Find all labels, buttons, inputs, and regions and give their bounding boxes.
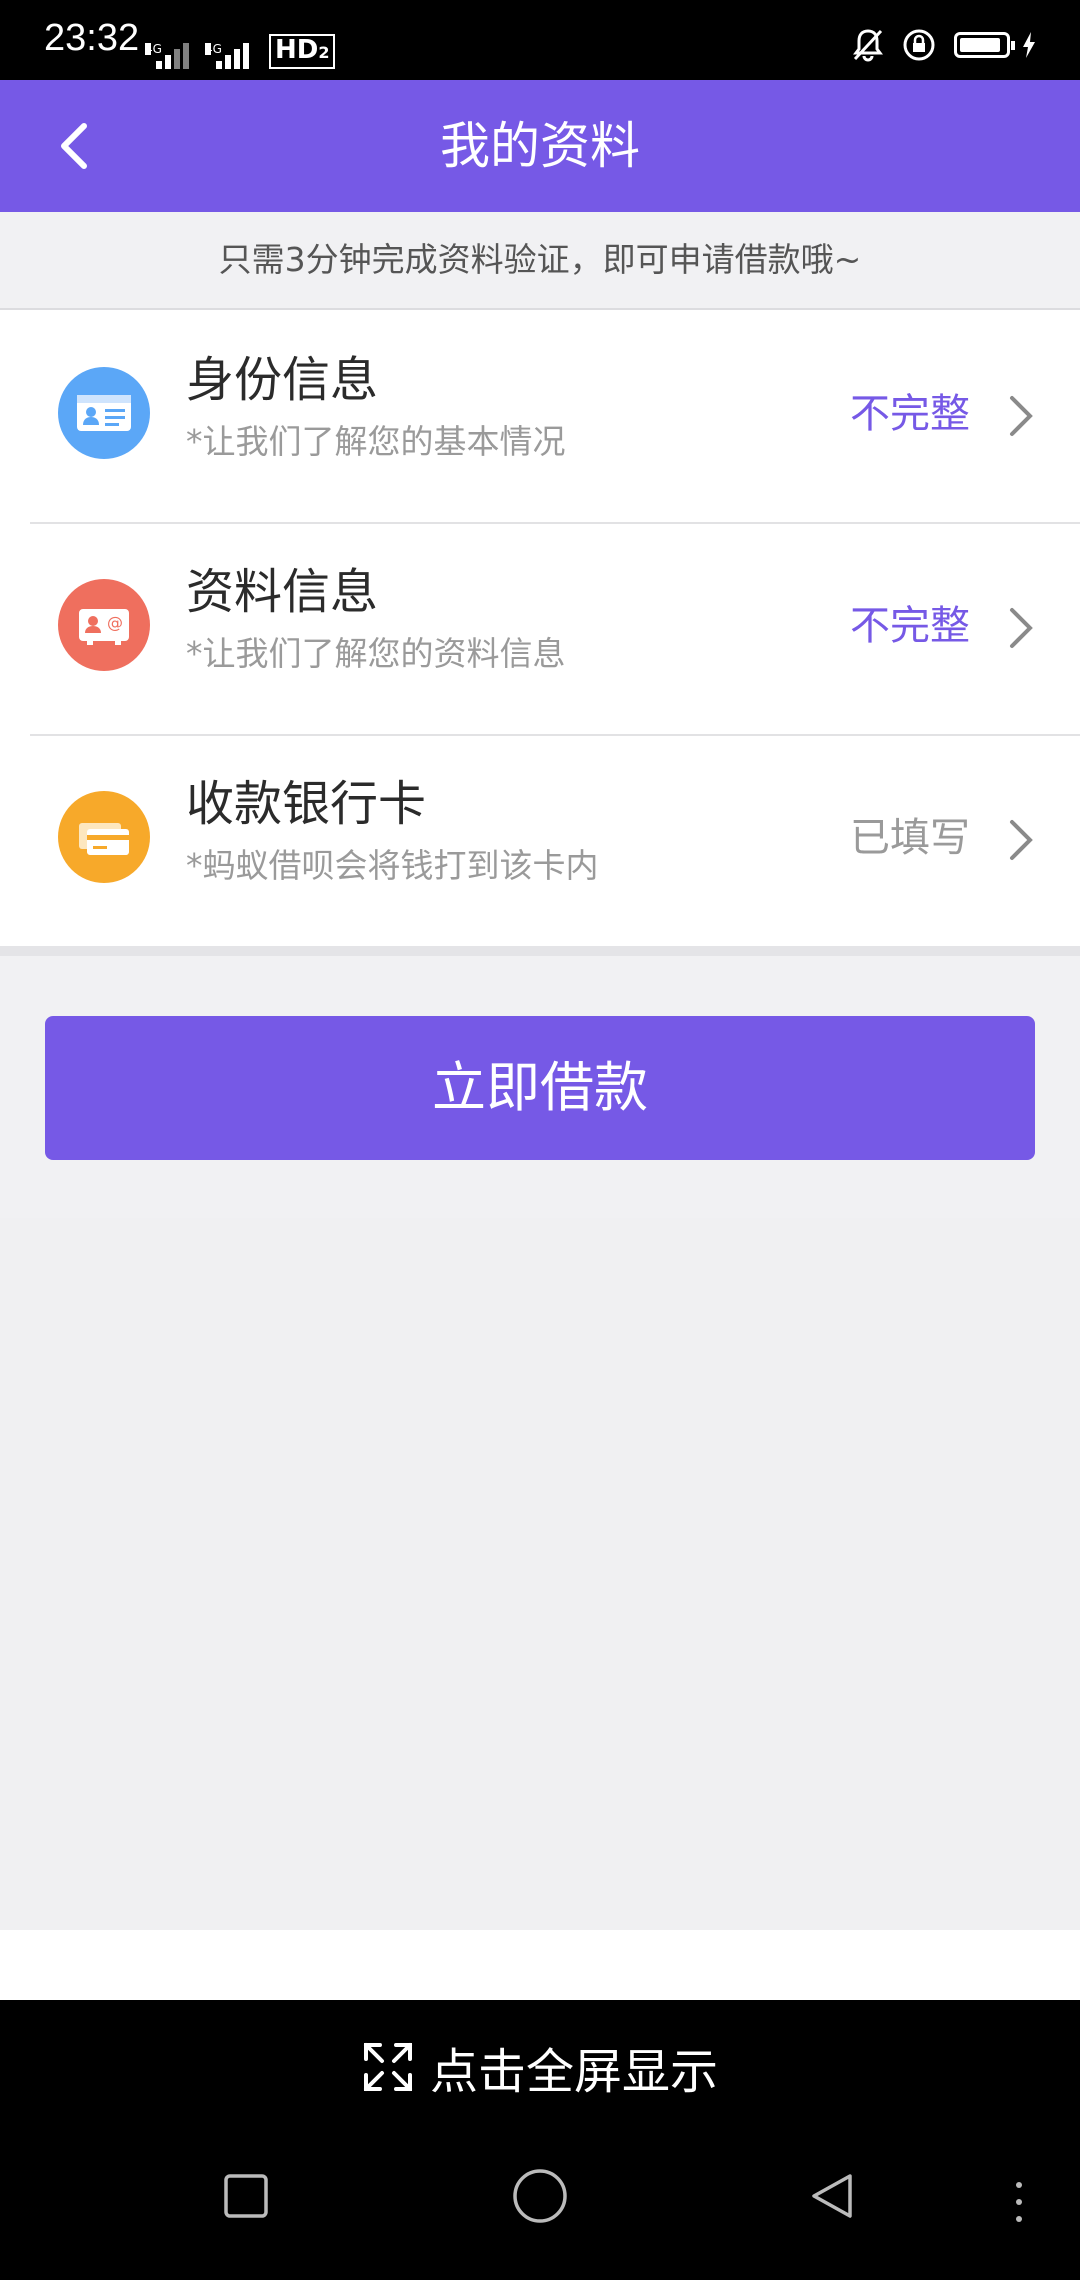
signal-2-icon: 4G [205,43,249,69]
list-item-profile[interactable]: @ 资料信息 *让我们了解您的资料信息 不完整 [0,522,1080,734]
item-subtitle: *让我们了解您的基本情况 [186,422,566,461]
profile-section-list: 身份信息 *让我们了解您的基本情况 不完整 @ 资料信息 *让我们了解您的资料信… [0,310,1080,946]
hd-voice-icon: HD2 [269,34,336,69]
bottom-white-band [0,1930,1080,2000]
fullscreen-prompt[interactable]: 点击全屏显示 [0,2000,1080,2134]
status-label: 不完整 [850,603,970,649]
chevron-right-icon [1010,608,1033,648]
svg-text:@: @ [107,613,123,632]
status-bar: 23:32 4G 4G HD2 [0,0,1080,80]
info-notice: 只需3分钟完成资料验证，即可申请借款哦~ [0,212,1080,310]
list-item-bank-card[interactable]: 收款银行卡 *蚂蚁借呗会将钱打到该卡内 已填写 [0,734,1080,946]
status-label: 已填写 [850,815,970,861]
status-icons [852,28,1036,62]
section-divider [0,946,1080,956]
apply-loan-button[interactable]: 立即借款 [45,1016,1035,1160]
back-nav-button[interactable] [808,2172,856,2220]
item-title: 收款银行卡 [186,776,427,832]
list-item-identity[interactable]: 身份信息 *让我们了解您的基本情况 不完整 [0,310,1080,522]
network-type-1: 4G [145,42,162,56]
status-label: 不完整 [850,391,970,437]
app-header: 我的资料 [0,80,1080,212]
battery-icon [954,32,1015,58]
more-options-icon[interactable] [1012,2180,1026,2224]
system-nav-bar [0,2134,1080,2280]
network-type-2: 4G [205,42,222,56]
charging-icon [1023,32,1035,58]
fullscreen-label: 点击全屏显示 [429,2044,718,2100]
rotation-lock-icon [903,29,935,61]
contact-card-icon: @ [58,579,150,671]
network-indicators: 4G 4G HD2 [145,34,336,69]
bank-card-icon [58,791,150,883]
expand-icon [363,2043,412,2091]
bell-muted-icon [853,29,883,62]
content-background [0,1218,1080,1930]
signal-1-icon: 4G [145,43,189,69]
id-card-icon [58,367,150,459]
home-button[interactable] [512,2168,568,2224]
page-title: 我的资料 [440,117,640,175]
item-subtitle: *让我们了解您的资料信息 [186,634,566,673]
chevron-right-icon [1010,820,1033,860]
status-time: 23:32 [44,17,140,59]
recents-button[interactable] [222,2172,270,2220]
item-subtitle: *蚂蚁借呗会将钱打到该卡内 [186,846,599,885]
chevron-right-icon [1010,396,1033,436]
item-title: 身份信息 [186,352,379,408]
item-title: 资料信息 [186,564,379,620]
